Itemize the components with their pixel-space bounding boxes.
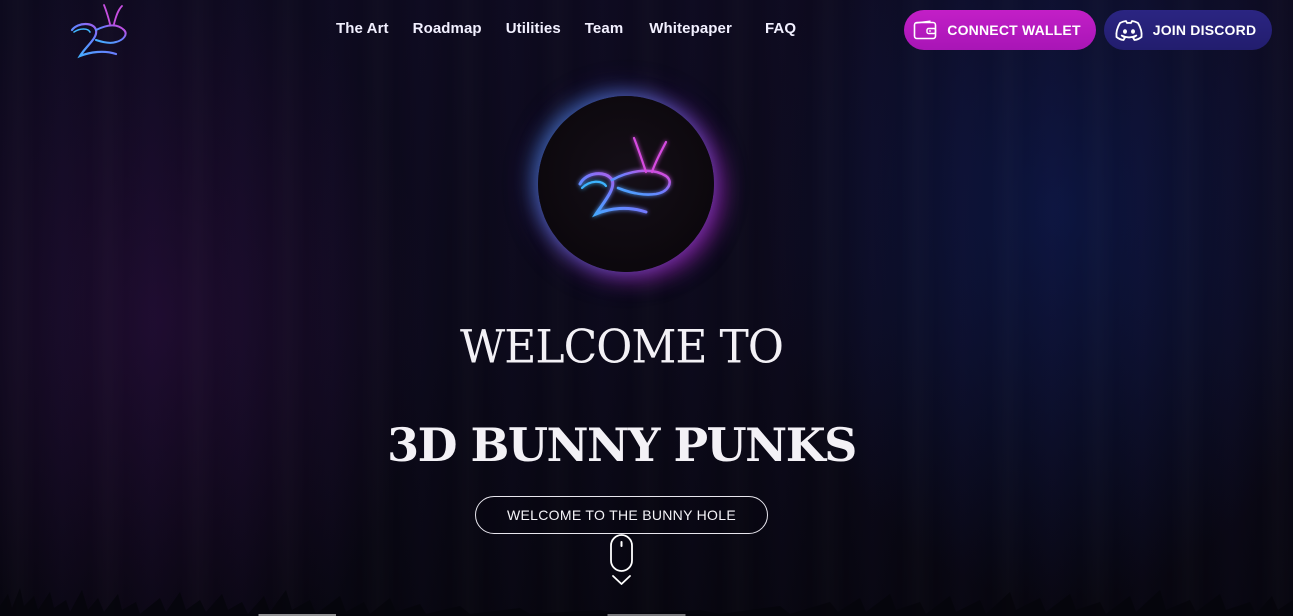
hero-emblem	[538, 96, 714, 272]
nav-item-team[interactable]: Team	[585, 19, 623, 39]
bunny-hole-button[interactable]: WELCOME TO THE BUNNY HOLE	[475, 496, 768, 534]
neon-bunny-logo-icon	[70, 4, 127, 59]
nav-item-whitepaper[interactable]: Whitepaper	[649, 19, 732, 39]
connect-wallet-button[interactable]: CONNECT WALLET	[904, 10, 1096, 50]
main-nav: The Art Roadmap Utilities Team Whitepape…	[336, 19, 796, 39]
join-discord-label: JOIN DISCORD	[1152, 22, 1257, 38]
wallet-icon	[913, 20, 937, 40]
join-discord-button[interactable]: JOIN DISCORD	[1104, 10, 1272, 50]
nav-item-faq[interactable]: FAQ	[765, 19, 796, 39]
nav-item-the-art[interactable]: The Art	[336, 19, 389, 39]
nav-item-roadmap[interactable]: Roadmap	[413, 19, 482, 39]
site-logo[interactable]	[64, 2, 134, 64]
neon-bunny-emblem-icon	[578, 136, 671, 218]
connect-wallet-label: CONNECT WALLET	[947, 22, 1081, 38]
grass-silhouette	[0, 588, 1293, 616]
hero-title-line-2: 3D BUNNY PUNKS	[387, 418, 857, 472]
hero-title-line-1: WELCOME TO	[460, 320, 784, 375]
discord-icon	[1114, 19, 1144, 41]
nav-item-utilities[interactable]: Utilities	[506, 19, 561, 39]
